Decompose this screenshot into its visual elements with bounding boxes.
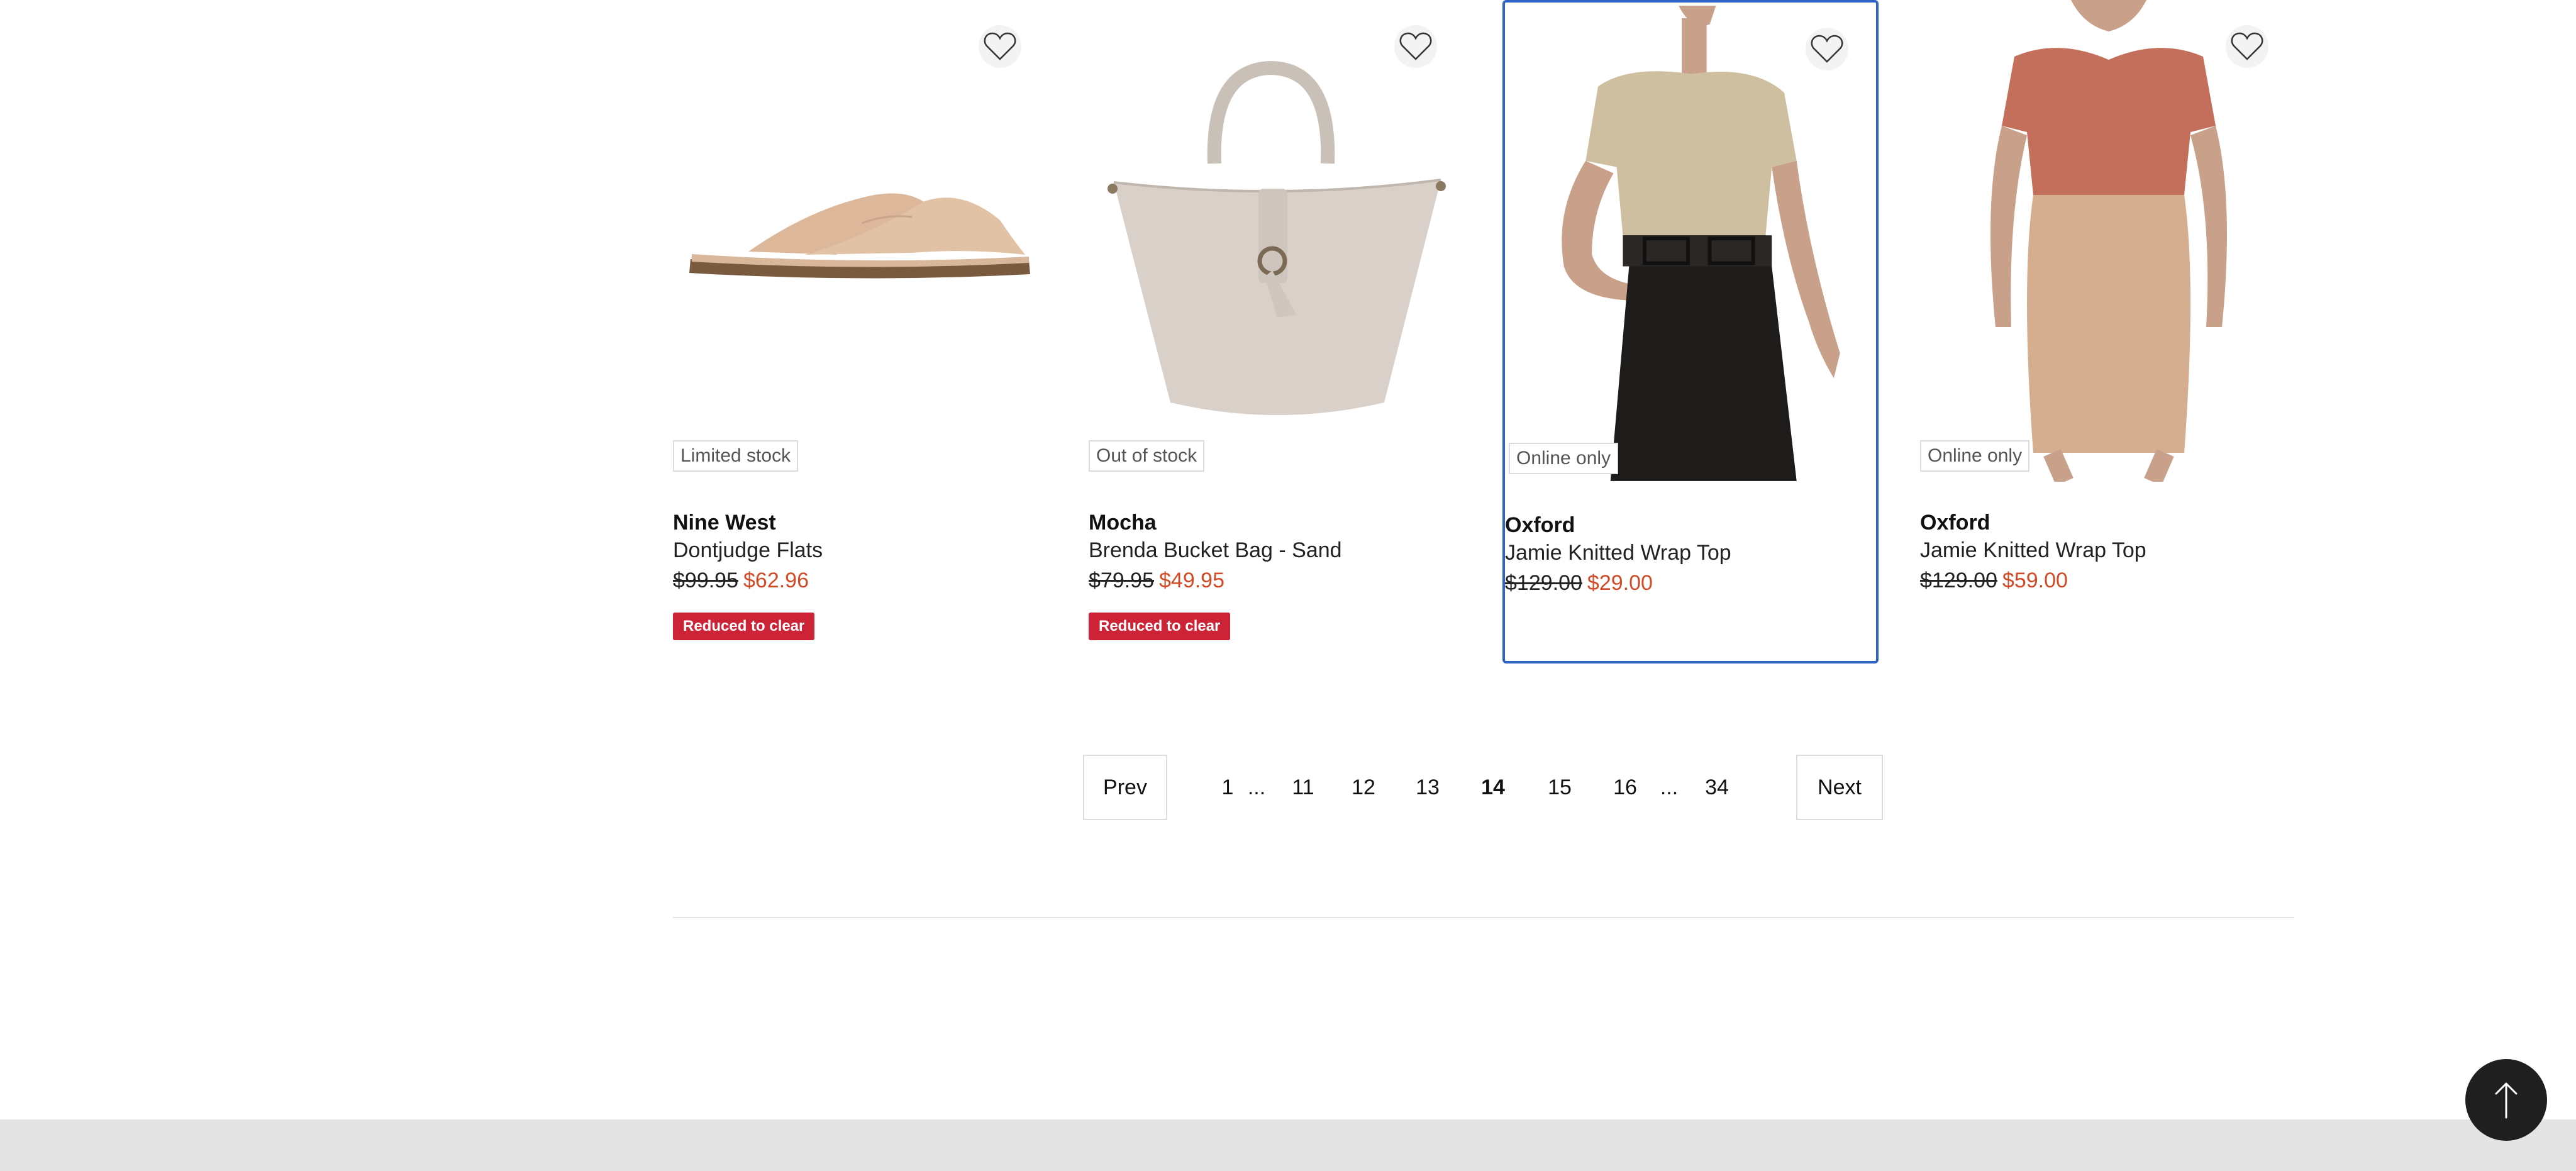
prev-button[interactable]: Prev <box>1083 755 1167 820</box>
product-info: Nine West Dontjudge Flats $99.95 $62.96 R… <box>673 509 823 640</box>
next-button[interactable]: Next <box>1796 755 1883 820</box>
product-brand[interactable]: Oxford <box>1920 509 2146 536</box>
page-link-15[interactable]: 15 <box>1541 755 1579 820</box>
product-name[interactable]: Jamie Knitted Wrap Top <box>1920 536 2146 565</box>
price-row: $129.00 $59.00 <box>1920 565 2146 596</box>
product-image[interactable] <box>1089 0 1465 482</box>
product-card[interactable]: Online only Oxford Jamie Knitted Wrap To… <box>1920 0 2296 663</box>
stock-badge: Limited stock <box>673 440 799 472</box>
sale-price: $59.00 <box>2002 569 2068 592</box>
product-brand[interactable]: Oxford <box>1505 512 1731 538</box>
product-info: Oxford Jamie Knitted Wrap Top $129.00 $29… <box>1505 512 1731 599</box>
wishlist-button[interactable] <box>1806 28 1848 70</box>
product-brand[interactable]: Mocha <box>1089 509 1342 536</box>
stock-badge: Out of stock <box>1089 440 1205 472</box>
page-link-12[interactable]: 12 <box>1345 755 1382 820</box>
stock-badge: Online only <box>1920 440 2030 472</box>
divider <box>673 917 2294 918</box>
heart-icon <box>984 32 1016 60</box>
product-name[interactable]: Jamie Knitted Wrap Top <box>1505 538 1731 567</box>
wishlist-button[interactable] <box>1394 25 1437 68</box>
page-link-current[interactable]: 14 <box>1474 755 1512 820</box>
product-name[interactable]: Brenda Bucket Bag - Sand <box>1089 536 1342 565</box>
stock-badge: Online only <box>1509 443 1619 474</box>
sale-price: $62.96 <box>743 569 809 592</box>
original-price: $99.95 <box>673 569 738 592</box>
original-price: $129.00 <box>1505 571 1582 595</box>
back-to-top-button[interactable] <box>2465 1059 2547 1141</box>
arrow-up-icon <box>2495 1082 2518 1119</box>
model-rust-top-image <box>1920 0 2296 482</box>
product-image[interactable] <box>1505 3 1876 484</box>
sandal-image <box>673 0 1049 482</box>
heart-icon <box>1399 32 1432 60</box>
product-image[interactable] <box>1920 0 2296 482</box>
product-card[interactable]: Out of stock Mocha Brenda Bucket Bag - S… <box>1089 0 1465 663</box>
promo-tag: Reduced to clear <box>1089 613 1231 640</box>
bucket-bag-image <box>1089 0 1465 482</box>
product-info: Oxford Jamie Knitted Wrap Top $129.00 $59… <box>1920 509 2146 596</box>
product-card-selected[interactable]: Online only Oxford Jamie Knitted Wrap To… <box>1502 0 1879 663</box>
original-price: $79.95 <box>1089 569 1154 592</box>
page-link-1[interactable]: 1 <box>1209 755 1246 820</box>
product-image[interactable] <box>673 0 1049 482</box>
price-row: $129.00 $29.00 <box>1505 567 1731 599</box>
wishlist-button[interactable] <box>979 25 1021 68</box>
heart-icon <box>2231 32 2263 60</box>
heart-icon <box>1811 35 1843 63</box>
promo-tag: Reduced to clear <box>673 613 815 640</box>
page-link-11[interactable]: 11 <box>1284 755 1322 820</box>
page-link-last[interactable]: 34 <box>1698 755 1736 820</box>
footer-band <box>0 1119 2576 1171</box>
model-beige-top-image <box>1505 6 1876 481</box>
page-link-16[interactable]: 16 <box>1606 755 1644 820</box>
price-row: $79.95 $49.95 <box>1089 565 1342 596</box>
pagination: Prev 1 ... 11 12 13 14 15 16 ... 34 Next <box>1083 755 1883 823</box>
wishlist-button[interactable] <box>2226 25 2268 68</box>
original-price: $129.00 <box>1920 569 1997 592</box>
page-link-13[interactable]: 13 <box>1409 755 1446 820</box>
product-info: Mocha Brenda Bucket Bag - Sand $79.95 $49… <box>1089 509 1342 640</box>
product-name[interactable]: Dontjudge Flats <box>673 536 823 565</box>
pagination-ellipsis: ... <box>1660 775 1679 799</box>
product-brand[interactable]: Nine West <box>673 509 823 536</box>
sale-price: $49.95 <box>1159 569 1224 592</box>
price-row: $99.95 $62.96 <box>673 565 823 596</box>
product-card[interactable]: Limited stock Nine West Dontjudge Flats … <box>673 0 1049 663</box>
sale-price: $29.00 <box>1587 571 1653 595</box>
pagination-ellipsis: ... <box>1247 775 1266 799</box>
